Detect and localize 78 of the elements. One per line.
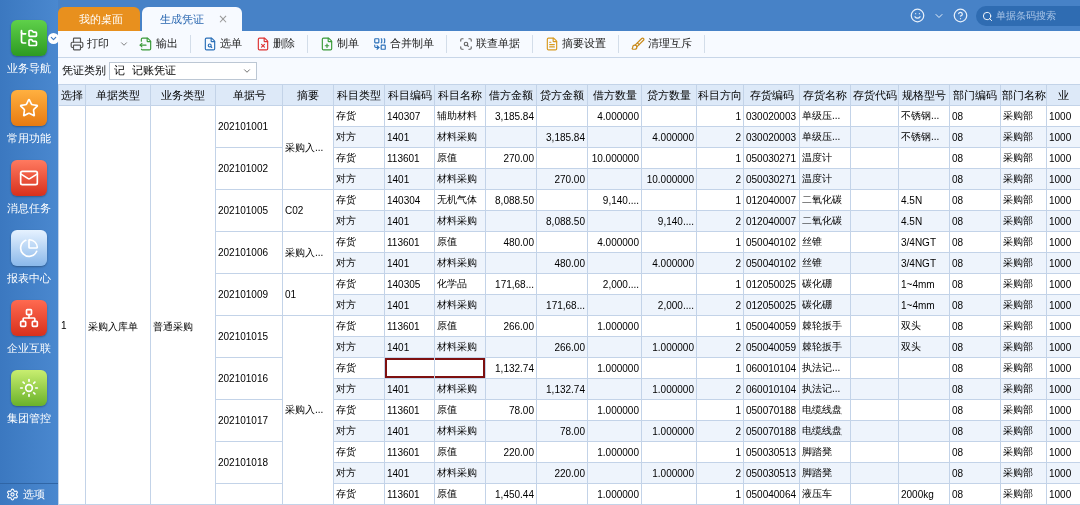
column-header[interactable]: 科目类型 — [333, 84, 385, 106]
column-header[interactable]: 借方金额 — [485, 84, 537, 106]
document-icon — [545, 36, 559, 51]
toolbar-button[interactable]: 打印 — [66, 36, 113, 52]
table-cell: 普通采购 — [150, 105, 216, 505]
tab-label: 生成凭证 — [160, 11, 204, 27]
toolbar-button[interactable]: 输出 — [135, 36, 182, 52]
toolbar-button[interactable]: 摘要设置 — [541, 36, 610, 52]
column-header[interactable]: 单据号 — [215, 84, 283, 106]
table-cell: 采购入... — [282, 105, 334, 190]
table-cell: 采购入... — [282, 315, 334, 505]
sidebar-label[interactable]: 消息任务 — [7, 201, 51, 216]
table-cell: 202101015 — [215, 315, 283, 358]
column-header[interactable]: 规格型号 — [898, 84, 950, 106]
file-x-icon — [256, 36, 270, 51]
caret-icon[interactable] — [48, 33, 59, 44]
settings-icon[interactable] — [6, 488, 19, 501]
toolbar-button[interactable]: 选单 — [199, 36, 246, 52]
voucher-type-select[interactable]: 记 记账凭证 — [109, 61, 257, 80]
column-header[interactable]: 单据类型 — [85, 84, 151, 106]
column-header[interactable]: 存货代码 — [850, 84, 899, 106]
table-cell: 202101017 — [215, 399, 283, 442]
brush-icon — [631, 36, 645, 51]
table-cell: C02 — [282, 189, 334, 232]
network-icon[interactable] — [11, 300, 47, 336]
folder-tree-icon[interactable] — [11, 20, 47, 56]
table-cell: 采购入库单 — [85, 105, 151, 505]
help-icon[interactable] — [953, 8, 968, 24]
column-header[interactable]: 部门名称 — [1000, 84, 1047, 106]
pie-chart-icon[interactable] — [11, 230, 47, 266]
toolbar-button[interactable]: 清理互斥 — [627, 36, 696, 52]
table-cell: 1 — [58, 105, 86, 505]
column-header[interactable]: 贷方金额 — [536, 84, 588, 106]
column-header[interactable]: 科目方向 — [696, 84, 744, 106]
column-header[interactable]: 借方数量 — [587, 84, 642, 106]
printer-icon — [70, 36, 84, 51]
smiley-icon[interactable] — [910, 8, 925, 24]
table-cell: 202101018 — [215, 441, 283, 484]
file-plus-icon — [320, 36, 334, 51]
combine-icon — [373, 36, 387, 51]
table-cell: 01 — [282, 273, 334, 316]
column-header[interactable]: 部门编码 — [949, 84, 1001, 106]
toolbar-button[interactable]: 删除 — [252, 36, 299, 52]
sidebar-label[interactable]: 业务导航 — [7, 61, 51, 76]
column-header[interactable]: 科目名称 — [434, 84, 486, 106]
scan-icon — [459, 36, 473, 51]
table-cell: 202101016 — [215, 357, 283, 400]
filter-label: 凭证类别 — [62, 63, 106, 79]
tab[interactable]: 生成凭证 × — [142, 7, 243, 32]
tab-label: 我的桌面 — [79, 11, 123, 27]
toolbar-button[interactable]: 联查单据 — [455, 36, 524, 52]
table-cell: 202101001 — [215, 105, 283, 148]
column-header[interactable]: 贷方数量 — [641, 84, 697, 106]
column-header[interactable]: 存货编码 — [743, 84, 800, 106]
file-search-icon — [203, 36, 217, 51]
table-cell: 202101009 — [215, 273, 283, 316]
sidebar-label[interactable]: 企业互联 — [7, 341, 51, 356]
toolbar-button[interactable]: 合并制单 — [369, 36, 438, 52]
column-header[interactable]: 业务类型 — [150, 84, 216, 106]
sidebar-label[interactable]: 集团管控 — [7, 411, 51, 426]
table-cell: 202101006 — [215, 231, 283, 274]
mail-icon[interactable] — [11, 160, 47, 196]
search-icon — [982, 10, 993, 22]
sun-icon[interactable] — [11, 370, 47, 406]
table-cell: 202101005 — [215, 189, 283, 232]
sidebar-label[interactable]: 常用功能 — [7, 131, 51, 146]
column-header[interactable]: 业 — [1046, 84, 1080, 106]
column-header[interactable]: 摘要 — [282, 84, 334, 106]
table-cell: 202101002 — [215, 147, 283, 190]
column-header[interactable]: 科目编码 — [384, 84, 435, 106]
toolbar-button[interactable]: 制单 — [316, 36, 363, 52]
column-header[interactable]: 存货名称 — [799, 84, 851, 106]
file-output-icon — [139, 36, 153, 51]
table-cell: 采购入... — [282, 231, 334, 274]
sidebar-label[interactable]: 报表中心 — [7, 271, 51, 286]
search-field[interactable]: 单据条码搜索 — [976, 5, 1080, 26]
sidebar-label[interactable]: 选项 — [23, 487, 45, 502]
column-header[interactable]: 选择 — [58, 84, 86, 106]
